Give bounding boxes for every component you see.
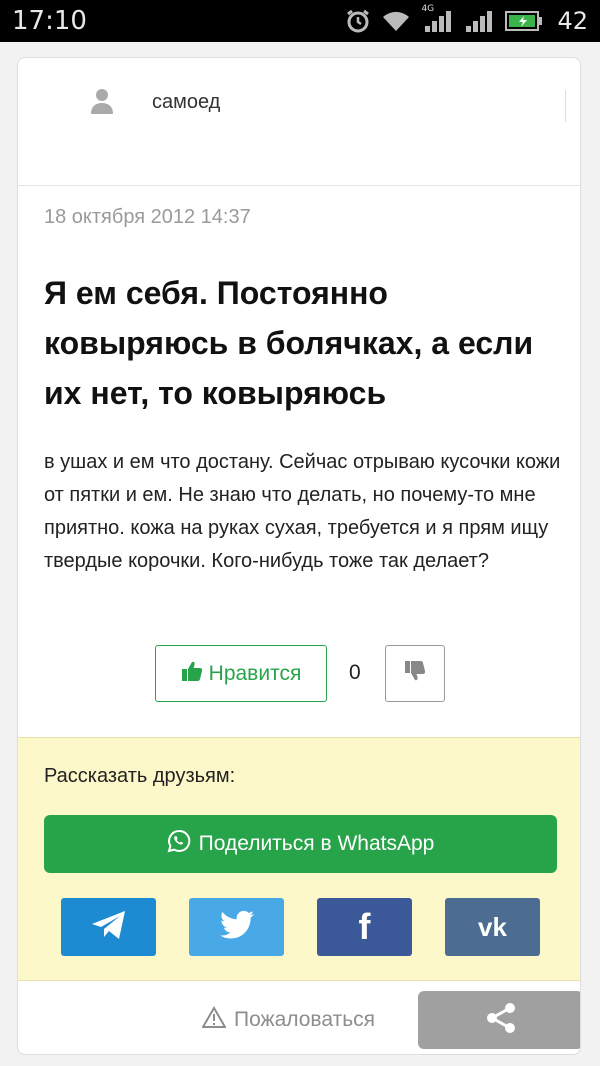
author-name[interactable]: самоед — [152, 91, 220, 114]
whatsapp-label: Поделиться в WhatsApp — [198, 832, 435, 855]
whatsapp-icon — [167, 829, 191, 859]
share-button[interactable] — [418, 991, 580, 1049]
post-title: Я ем себя. Постоянно ковыряюсь в болячка… — [44, 275, 534, 411]
share-icon — [484, 1002, 518, 1039]
network-type-label: 4G — [421, 4, 435, 14]
wifi-icon — [381, 9, 411, 33]
battery-percent: 42 — [557, 7, 588, 35]
user-icon — [90, 88, 114, 119]
cell-signal-4g-icon: 4G — [421, 4, 455, 34]
thumbs-up-icon — [181, 660, 203, 688]
report-link[interactable]: Пожаловаться — [201, 1006, 376, 1034]
facebook-icon: f — [358, 906, 371, 947]
alarm-icon — [345, 8, 371, 34]
share-panel: Рассказать друзьям: Поделиться в WhatsAp… — [18, 737, 580, 981]
post-card: самоед 18 октября 2012 14:37 Я ем себя. … — [17, 57, 581, 1055]
status-bar: 17:10 4G 42 — [0, 0, 600, 42]
status-icons: 4G 42 — [345, 4, 600, 35]
vk-icon: vk — [478, 911, 507, 942]
cell-signal-icon — [465, 8, 495, 34]
facebook-share-button[interactable]: f — [317, 898, 412, 956]
like-label: Нравится — [208, 661, 302, 685]
whatsapp-share-button[interactable]: Поделиться в WhatsApp — [44, 815, 557, 873]
post-date: 18 октября 2012 14:37 — [44, 206, 251, 228]
thumbs-down-icon — [404, 660, 426, 687]
vote-row: Нравится 0 — [18, 645, 580, 705]
like-button[interactable]: Нравится — [155, 645, 327, 702]
post-body: в ушах и ем что достану. Сейчас отрываю … — [44, 451, 561, 572]
twitter-share-button[interactable] — [189, 898, 284, 956]
post-footer: Пожаловаться — [18, 981, 580, 1054]
status-time: 17:10 — [12, 6, 87, 36]
author-row[interactable]: самоед — [18, 58, 580, 186]
share-title: Рассказать друзьям: — [44, 765, 236, 787]
twitter-icon — [219, 910, 255, 945]
battery-icon — [505, 10, 543, 32]
report-label: Пожаловаться — [234, 1008, 376, 1031]
telegram-share-button[interactable] — [61, 898, 156, 956]
dislike-button[interactable] — [385, 645, 445, 702]
vote-count: 0 — [349, 661, 361, 684]
telegram-icon — [90, 909, 128, 946]
divider — [565, 90, 566, 122]
vk-share-button[interactable]: vk — [445, 898, 540, 956]
warning-icon — [201, 1006, 227, 1034]
